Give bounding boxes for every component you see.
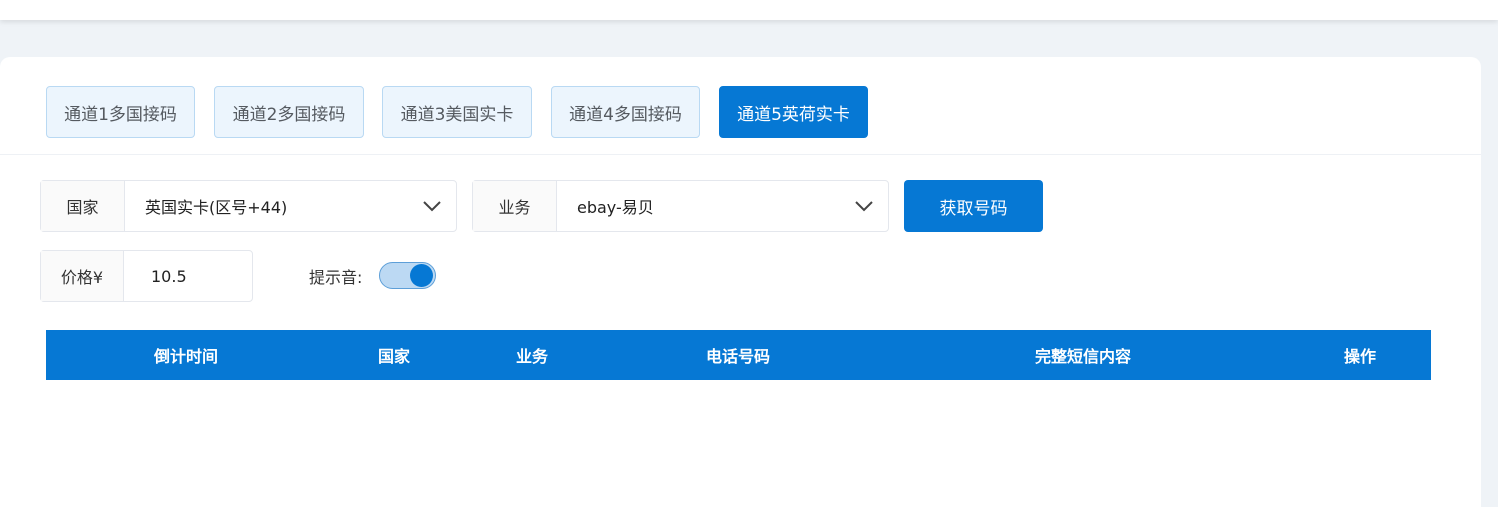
- tab-channel-5[interactable]: 通道5英荷实卡: [719, 86, 868, 138]
- sound-label: 提示音:: [309, 268, 363, 287]
- chevron-down-icon[interactable]: [854, 200, 874, 212]
- tab-channel-4[interactable]: 通道4多国接码: [551, 86, 700, 138]
- service-label: 业务: [473, 181, 557, 231]
- tab-channel-2[interactable]: 通道2多国接码: [214, 86, 364, 138]
- tab-channel-3[interactable]: 通道3美国实卡: [382, 86, 532, 138]
- tabs-divider: [0, 154, 1481, 155]
- get-number-button[interactable]: 获取号码: [904, 180, 1043, 232]
- chevron-down-icon[interactable]: [422, 200, 442, 212]
- sound-toggle[interactable]: [379, 262, 436, 289]
- tab-channel-1[interactable]: 通道1多国接码: [46, 86, 195, 138]
- country-selected-text: 英国实卡(区号+44): [145, 198, 288, 217]
- column-country: 国家: [377, 347, 411, 366]
- column-sms-content: 完整短信内容: [1034, 347, 1132, 366]
- service-value[interactable]: ebay-易贝: [557, 181, 888, 231]
- column-service: 业务: [515, 347, 549, 366]
- country-label: 国家: [41, 181, 125, 231]
- main-card: 通道1多国接码 通道2多国接码 通道3美国实卡 通道4多国接码 通道5英荷实卡 …: [0, 57, 1481, 507]
- table-header: 倒计时间 国家 业务 电话号码 完整短信内容 操作: [46, 330, 1431, 380]
- column-phone-number: 电话号码: [705, 347, 771, 366]
- service-selected-text: ebay-易贝: [577, 198, 654, 217]
- toggle-knob: [410, 264, 433, 287]
- country-value[interactable]: 英国实卡(区号+44): [125, 181, 456, 231]
- price-field[interactable]: 价格¥ 10.5: [40, 250, 253, 302]
- top-bar: [0, 0, 1498, 20]
- column-countdown: 倒计时间: [153, 347, 219, 366]
- column-actions: 操作: [1343, 347, 1377, 366]
- country-select[interactable]: 国家 英国实卡(区号+44): [40, 180, 457, 232]
- price-value[interactable]: 10.5: [124, 251, 252, 301]
- service-select[interactable]: 业务 ebay-易贝: [472, 180, 889, 232]
- price-label: 价格¥: [41, 251, 124, 301]
